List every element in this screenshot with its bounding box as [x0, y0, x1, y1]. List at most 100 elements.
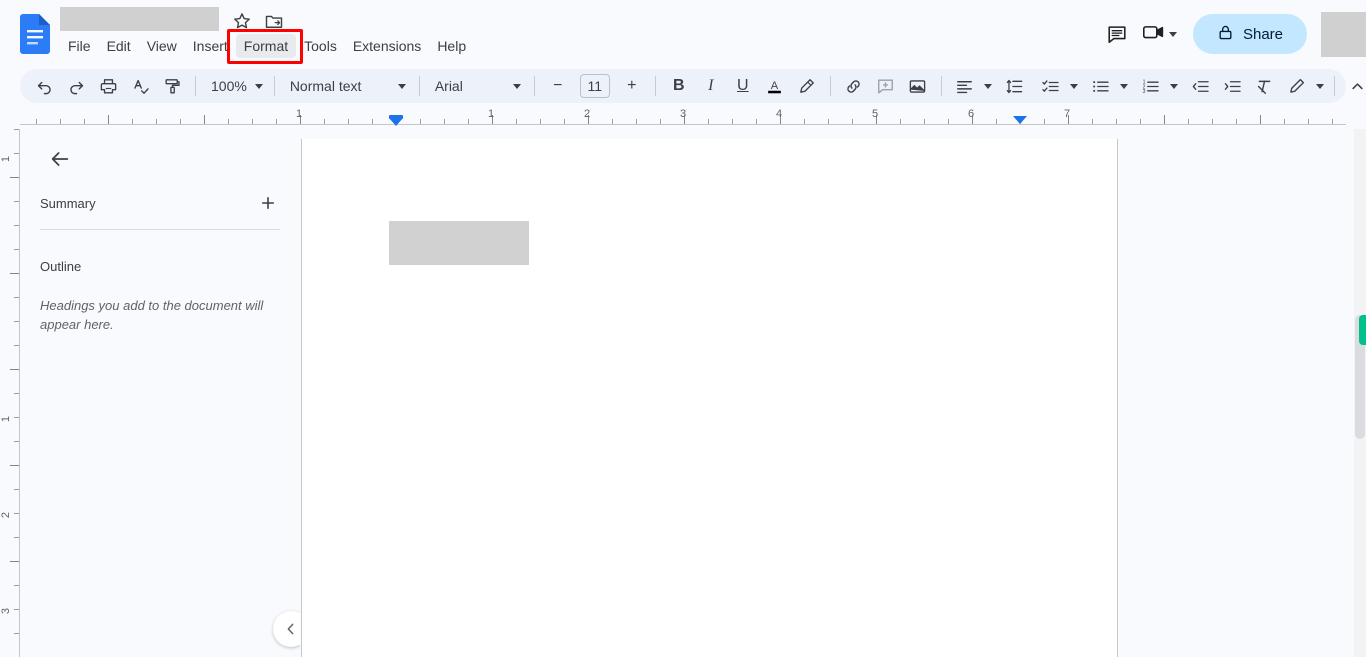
document-page[interactable] [301, 139, 1118, 657]
ruler-tick-major [204, 115, 205, 124]
toolbar-divider [418, 76, 420, 96]
numbered-list-group: 1 2 3 [1135, 72, 1181, 100]
zoom-control[interactable]: 100% [203, 72, 267, 100]
highlight-color-icon[interactable] [791, 72, 823, 100]
undo-icon[interactable] [28, 72, 60, 100]
numbered-list-icon[interactable]: 1 2 3 [1135, 72, 1167, 100]
first-line-indent-marker[interactable] [389, 118, 403, 126]
ruler-tick-minor [372, 119, 373, 124]
meet-button[interactable] [1137, 14, 1183, 54]
ruler-tick-minor [1092, 119, 1093, 124]
vruler-tick-minor [14, 609, 19, 610]
menu-help[interactable]: Help [429, 34, 474, 58]
bulleted-list-icon[interactable] [1085, 72, 1117, 100]
vruler-tick-minor [14, 489, 19, 490]
document-content-redacted[interactable] [389, 221, 529, 265]
share-button[interactable]: Share [1192, 14, 1307, 54]
ruler-number: 1 [295, 108, 303, 120]
toolbar-divider [1333, 76, 1335, 96]
decrease-font-size-button[interactable]: − [542, 72, 574, 100]
ruler-tick-minor [852, 119, 853, 124]
bulleted-list-chevron-down-icon[interactable] [1117, 72, 1131, 100]
numbered-list-chevron-down-icon[interactable] [1167, 72, 1181, 100]
vruler-number: 1 [0, 415, 12, 423]
align-left-icon[interactable] [949, 72, 981, 100]
ruler-baseline [20, 124, 1346, 125]
top-bar-right-actions: Share [1097, 10, 1366, 58]
menu-edit[interactable]: Edit [99, 34, 139, 58]
docs-document-icon[interactable] [20, 14, 50, 54]
ruler-tick-minor [132, 119, 133, 124]
bulleted-list-group [1085, 72, 1131, 100]
menu-extensions[interactable]: Extensions [345, 34, 429, 58]
ruler-number: 4 [775, 108, 783, 120]
print-icon[interactable] [92, 72, 124, 100]
vruler-tick-minor [14, 225, 19, 226]
paragraph-style-control[interactable]: Normal text [282, 72, 412, 100]
avatar[interactable] [1321, 11, 1366, 57]
vruler-tick-minor [14, 633, 19, 634]
clear-formatting-icon[interactable] [1249, 72, 1281, 100]
document-canvas[interactable] [300, 129, 1346, 657]
ruler-tick-minor [468, 119, 469, 124]
vruler-tick-major [10, 369, 19, 370]
link-icon[interactable] [838, 72, 870, 100]
toolbar-divider [940, 76, 942, 96]
ruler-tick-minor [636, 119, 637, 124]
star-icon[interactable] [232, 11, 252, 31]
checklist-icon[interactable] [1035, 72, 1067, 100]
vertical-ruler[interactable]: 11234 [0, 129, 20, 657]
vruler-tick-major [10, 177, 19, 178]
text-color-icon[interactable]: A [759, 72, 791, 100]
plus-icon[interactable] [256, 191, 280, 215]
insert-image-icon[interactable] [902, 72, 934, 100]
bold-button[interactable]: B [663, 72, 695, 100]
increase-indent-icon[interactable] [1217, 72, 1249, 100]
menu-tools[interactable]: Tools [296, 34, 345, 58]
horizontal-ruler[interactable]: 1 1 2 3 4 5 6 7 [20, 107, 1346, 129]
vruler-tick-major [10, 273, 19, 274]
increase-font-size-button[interactable]: + [616, 72, 648, 100]
font-family-control[interactable]: Arial [427, 72, 527, 100]
comment-history-icon[interactable] [1097, 14, 1137, 54]
italic-button[interactable]: I [695, 72, 727, 100]
spellcheck-icon[interactable] [124, 72, 156, 100]
decrease-indent-icon[interactable] [1185, 72, 1217, 100]
menu-format[interactable]: Format [235, 34, 297, 58]
ruler-tick-minor [828, 119, 829, 124]
vruler-tick-minor [14, 201, 19, 202]
video-camera-icon [1141, 21, 1167, 48]
menu-insert[interactable]: Insert [185, 34, 236, 58]
vruler-tick-minor [14, 297, 19, 298]
ruler-tick-minor [708, 119, 709, 124]
scroll-progress-marker [1359, 315, 1366, 345]
ruler-tick-minor [756, 119, 757, 124]
line-spacing-icon[interactable] [999, 72, 1031, 100]
right-indent-marker[interactable] [1013, 116, 1027, 124]
back-arrow-icon[interactable] [40, 139, 80, 179]
menu-bar: File Edit View Insert Format Tools Exten… [60, 34, 474, 58]
menu-view[interactable]: View [139, 34, 185, 58]
ruler-tick-minor [516, 119, 517, 124]
align-chevron-down-icon[interactable] [981, 72, 995, 100]
redo-icon[interactable] [60, 72, 92, 100]
font-size-input[interactable]: 11 [579, 74, 610, 98]
ruler-number: 3 [679, 108, 687, 120]
editing-mode-chevron-down-icon[interactable] [1313, 72, 1327, 100]
ruler-tick-major [108, 115, 109, 124]
ruler-tick-minor [1140, 119, 1141, 124]
add-comment-icon[interactable] [870, 72, 902, 100]
paint-format-icon[interactable] [156, 72, 188, 100]
checklist-chevron-down-icon[interactable] [1067, 72, 1081, 100]
folder-move-icon[interactable] [264, 11, 284, 31]
vertical-scrollbar-track[interactable] [1354, 129, 1366, 657]
ruler-tick-major [1164, 115, 1165, 124]
chevron-up-icon[interactable] [1342, 72, 1366, 100]
document-title-redacted[interactable] [60, 7, 219, 31]
toolbar-divider [533, 76, 535, 96]
document-title[interactable] [60, 7, 219, 31]
menu-file[interactable]: File [60, 34, 99, 58]
underline-button[interactable]: U [727, 72, 759, 100]
pencil-icon[interactable] [1281, 72, 1313, 100]
ruler-tick-minor [1236, 119, 1237, 124]
